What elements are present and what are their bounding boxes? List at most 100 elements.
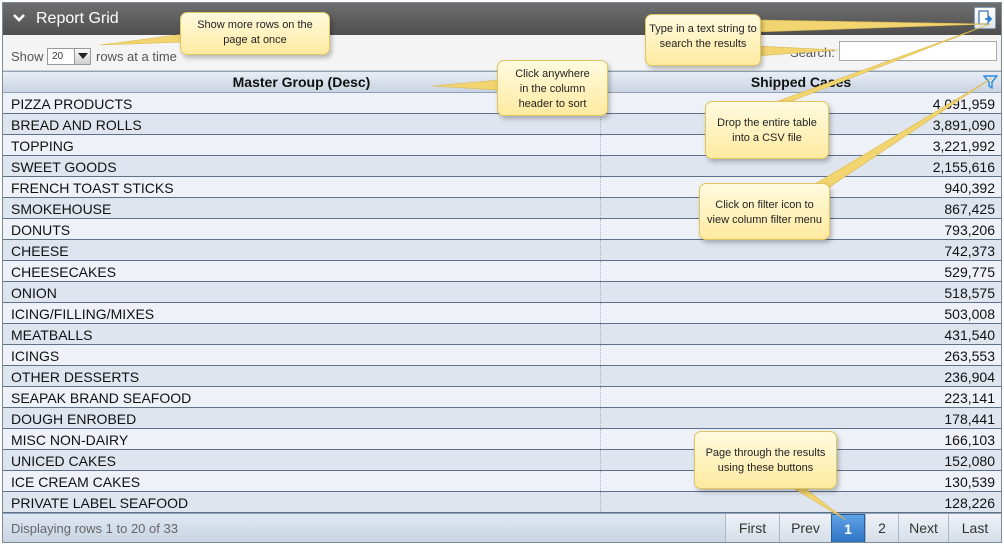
table-row[interactable]: ICINGS 263,553	[3, 345, 1001, 366]
table-row[interactable]: MISC NON-DAIRY 166,103	[3, 429, 1001, 450]
cell-shipped-cases: 178,441	[944, 411, 995, 427]
show-label: Show	[11, 49, 44, 64]
prev-page-button[interactable]: Prev	[779, 514, 831, 542]
table-row[interactable]: BREAD AND ROLLS 3,891,090	[3, 114, 1001, 135]
cell-shipped-cases: 2,155,616	[932, 159, 995, 175]
cell-shipped-cases: 940,392	[944, 180, 995, 196]
chevron-down-icon[interactable]	[11, 10, 27, 26]
cell-shipped-cases: 503,008	[944, 306, 995, 322]
column-divider	[600, 198, 601, 218]
column-divider	[600, 261, 601, 281]
cell-shipped-cases: 529,775	[944, 264, 995, 280]
cell-shipped-cases: 130,539	[944, 474, 995, 490]
last-page-button[interactable]: Last	[948, 514, 1001, 542]
cell-master-group: MEATBALLS	[11, 327, 93, 343]
table-row[interactable]: ICING/FILLING/MIXES 503,008	[3, 303, 1001, 324]
filter-funnel-icon[interactable]	[982, 75, 999, 90]
export-csv-button[interactable]	[974, 7, 996, 29]
cell-master-group: CHEESECAKES	[11, 264, 117, 280]
column-divider	[600, 387, 601, 407]
cell-shipped-cases: 793,206	[944, 222, 995, 238]
search-label: Search:	[790, 45, 835, 60]
cell-shipped-cases: 128,226	[944, 495, 995, 511]
tooltip-pagination: Page through the results using these but…	[694, 431, 837, 489]
page-size-select[interactable]: 20	[47, 48, 91, 65]
column-divider	[600, 408, 601, 428]
tooltip-line: Page through the results	[705, 447, 826, 459]
table-row[interactable]: ONION 518,575	[3, 282, 1001, 303]
column-header-shipped-cases[interactable]: Shipped Cases	[601, 72, 1001, 92]
table-row[interactable]: SEAPAK BRAND SEAFOOD 223,141	[3, 387, 1001, 408]
export-csv-icon	[978, 10, 993, 25]
tooltip-line: Drop the entire table	[717, 117, 817, 129]
tooltip-sort: Click anywhere in the column header to s…	[497, 60, 608, 116]
tooltip-export-csv: Drop the entire table into a CSV file	[705, 101, 829, 159]
column-divider	[600, 156, 601, 176]
cell-shipped-cases: 263,553	[944, 348, 995, 364]
cell-master-group: DONUTS	[11, 222, 71, 238]
table-row[interactable]: ICE CREAM CAKES 130,539	[3, 471, 1001, 492]
row-count-info: Displaying rows 1 to 20 of 33	[11, 521, 178, 536]
table-row[interactable]: UNICED CAKES 152,080	[3, 450, 1001, 471]
column-divider	[600, 135, 601, 155]
first-page-button[interactable]: First	[725, 514, 779, 542]
rows-at-a-time-label: rows at a time	[96, 49, 177, 64]
dropdown-arrow-icon[interactable]	[74, 49, 90, 64]
cell-shipped-cases: 4,091,959	[932, 96, 995, 112]
next-page-button[interactable]: Next	[898, 514, 948, 542]
cell-master-group: ICE CREAM CAKES	[11, 474, 141, 490]
tooltip-line: Click anywhere	[515, 68, 590, 80]
cell-master-group: OTHER DESSERTS	[11, 369, 140, 385]
cell-master-group: FRENCH TOAST STICKS	[11, 180, 174, 196]
cell-shipped-cases: 152,080	[944, 453, 995, 469]
table-row[interactable]: DOUGH ENROBED 178,441	[3, 408, 1001, 429]
cell-shipped-cases: 431,540	[944, 327, 995, 343]
table-row[interactable]: CHEESE 742,373	[3, 240, 1001, 261]
table-row[interactable]: SWEET GOODS 2,155,616	[3, 156, 1001, 177]
cell-master-group: CHEESE	[11, 243, 69, 259]
table-row[interactable]: FRENCH TOAST STICKS 940,392	[3, 177, 1001, 198]
cell-master-group: ICINGS	[11, 348, 60, 364]
cell-shipped-cases: 742,373	[944, 243, 995, 259]
table-row[interactable]: PRIVATE LABEL SEAFOOD 128,226	[3, 492, 1001, 513]
tooltip-line: page at once	[223, 34, 287, 46]
grid-footer: Displaying rows 1 to 20 of 33 First Prev…	[3, 513, 1001, 542]
tooltip-line: in the column	[519, 83, 586, 95]
tooltip-line: Show more rows on the	[197, 19, 313, 31]
column-divider	[600, 114, 601, 134]
cell-shipped-cases: 166,103	[944, 432, 995, 448]
cell-master-group: ICING/FILLING/MIXES	[11, 306, 155, 322]
search-input[interactable]	[839, 41, 997, 61]
table-row[interactable]: TOPPING 3,221,992	[3, 135, 1001, 156]
tooltip-line: header to sort	[518, 98, 587, 110]
page-1-button[interactable]: 1	[831, 514, 865, 542]
table-row[interactable]: SMOKEHOUSE 867,425	[3, 198, 1001, 219]
tooltip-line: view column filter menu	[707, 214, 822, 226]
cell-master-group: MISC NON-DAIRY	[11, 432, 129, 448]
cell-master-group: UNICED CAKES	[11, 453, 117, 469]
cell-shipped-cases: 518,575	[944, 285, 995, 301]
tooltip-line: into a CSV file	[732, 132, 802, 144]
table-row[interactable]: MEATBALLS 431,540	[3, 324, 1001, 345]
column-divider	[600, 177, 601, 197]
page-2-button[interactable]: 2	[865, 514, 898, 542]
tooltip-line: using these buttons	[717, 462, 814, 474]
cell-shipped-cases: 867,425	[944, 201, 995, 217]
column-divider	[600, 219, 601, 239]
tooltip-filter: Click on filter icon to view column filt…	[699, 183, 830, 240]
column-divider	[600, 471, 601, 491]
column-divider	[600, 366, 601, 386]
tooltip-line: Type in a text string to	[649, 23, 757, 35]
column-divider	[600, 429, 601, 449]
tooltip-line: search the results	[659, 38, 747, 50]
cell-shipped-cases: 3,891,090	[932, 117, 995, 133]
cell-master-group: PRIVATE LABEL SEAFOOD	[11, 495, 189, 511]
cell-master-group: TOPPING	[11, 138, 74, 154]
column-divider	[600, 450, 601, 470]
table-row[interactable]: OTHER DESSERTS 236,904	[3, 366, 1001, 387]
tooltip-show-rows: Show more rows on the page at once	[180, 12, 330, 55]
cell-master-group: BREAD AND ROLLS	[11, 117, 142, 133]
table-row[interactable]: CHEESECAKES 529,775	[3, 261, 1001, 282]
table-row[interactable]: DONUTS 793,206	[3, 219, 1001, 240]
column-divider	[600, 324, 601, 344]
